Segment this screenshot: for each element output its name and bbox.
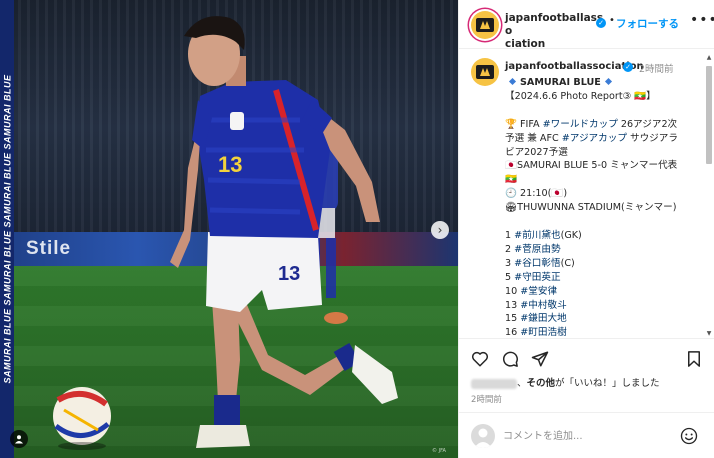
default-avatar-icon (474, 428, 492, 448)
post-side-panel: japanfootballasso ciation ✓ • フォローする •••… (458, 0, 714, 458)
heart-icon[interactable] (471, 350, 489, 368)
caption-text-span: 1 (505, 229, 515, 241)
blue-diamond-icon (604, 77, 612, 86)
caption-text-span: 2 (505, 243, 515, 255)
photo-credit: © JFA (432, 448, 446, 454)
hashtag-link[interactable]: #前川黛也 (514, 230, 560, 241)
scroll-down-arrow-icon[interactable]: ▼ (705, 330, 713, 338)
caption-line: 15 #鎌田大地 (505, 312, 701, 326)
jersey-number: 13 (218, 152, 242, 177)
header-separator: • (609, 15, 615, 26)
comment-input[interactable] (503, 426, 673, 446)
comment-icon[interactable] (501, 350, 519, 368)
caption-line: 🇲🇲 (505, 174, 517, 186)
account-avatar[interactable] (471, 11, 499, 39)
hashtag-link[interactable]: #鎌田大地 (520, 313, 566, 324)
caption-title: SAMURAI BLUE (520, 77, 601, 88)
caption-line: 2 #菅原由勢 (505, 243, 701, 257)
caption-text-span: サウジアラ (626, 132, 678, 144)
emoji-icon[interactable] (680, 427, 698, 445)
scrollbar-thumb[interactable] (706, 66, 712, 164)
chevron-right-icon: › (437, 223, 443, 237)
caption-line: 1 #前川黛也(GK) (505, 229, 701, 243)
caption-time[interactable]: 2時間前 (639, 61, 674, 75)
account-username-line1: japanfootballasso (505, 12, 604, 37)
caption-text-span: 5 (505, 271, 515, 283)
hashtag-link[interactable]: #町田浩樹 (520, 327, 566, 338)
post-time[interactable]: 2時間前 (471, 393, 502, 405)
caption-line: 13 #中村敬斗 (505, 299, 701, 313)
scroll-up-arrow-icon[interactable]: ▲ (705, 54, 713, 62)
blue-diamond-icon (508, 77, 517, 86)
caption-text-span: 15 (505, 313, 521, 325)
side-banner: SAMURAI BLUE SAMURAI BLUE SAMURAI BLUE S… (0, 0, 14, 458)
hashtag-link[interactable]: #中村敬斗 (520, 300, 566, 311)
caption-line: 🇯🇵SAMURAI BLUE 5-0 ミャンマー代表 (505, 160, 678, 172)
caption-line (505, 104, 701, 118)
account-username-line2: ciation (505, 38, 546, 50)
caption-text-span: 3 (505, 257, 515, 269)
current-user-avatar (471, 424, 495, 448)
verified-badge-icon: ✓ (623, 62, 633, 72)
jfa-logo-icon (476, 65, 494, 79)
caption-text-span: 26アジア2次 (617, 118, 678, 130)
user-icon (15, 435, 23, 444)
next-photo-button[interactable]: › (431, 221, 449, 239)
caption-text: SAMURAI BLUE 【2024.6.6 Photo Report③ 🇲🇲】… (505, 76, 701, 338)
follow-button[interactable]: フォローする (616, 16, 679, 31)
caption-line: 🏆 FIFA #ワールドカップ 26アジア2次 (505, 118, 701, 132)
caption-text-span: 予選 兼 AFC (505, 132, 562, 144)
bookmark-icon[interactable] (685, 350, 703, 368)
hashtag-link[interactable]: #菅原由勢 (514, 244, 560, 255)
caption-avatar[interactable] (471, 58, 499, 86)
caption-text-span: (GK) (560, 229, 582, 241)
caption-text-span: 13 (505, 299, 521, 311)
caption-line: 🕘 21:10(🇯🇵) (505, 188, 568, 200)
caption-line: 5 #守田英正 (505, 271, 701, 285)
liker-name-blurred[interactable] (471, 378, 517, 389)
caption-line: 3 #谷口彰悟(C) (505, 257, 701, 271)
caption-line: 10 #堂安律 (505, 285, 701, 299)
jfa-logo-icon (476, 18, 494, 32)
caption-line: 16 #町田浩樹 (505, 326, 701, 338)
verified-badge-icon: ✓ (596, 18, 606, 28)
tagged-users-button[interactable] (10, 430, 28, 448)
shorts-number: 13 (278, 263, 300, 285)
comment-bar (459, 412, 714, 458)
account-username[interactable]: japanfootballasso ciation (505, 12, 605, 51)
hashtag-link[interactable]: #守田英正 (514, 272, 560, 283)
likes-summary[interactable]: 、その他が「いいね！」しました (471, 375, 660, 389)
caption-line: 🏟THUWUNNA STADIUM(ミャンマー) (505, 202, 677, 214)
hashtag-link[interactable]: #アジアカップ (562, 133, 627, 144)
likes-suffix: が「いいね！」しました (555, 378, 660, 389)
hashtag-link[interactable]: #堂安律 (520, 286, 557, 297)
share-icon[interactable] (531, 350, 549, 368)
player-illustration: 13 13 (53, 16, 398, 450)
likes-others[interactable]: その他 (527, 378, 556, 389)
caption-text-span: 🏆 FIFA (505, 118, 543, 130)
hashtag-link[interactable]: #ワールドカップ (543, 119, 618, 130)
caption-text-span: (C) (560, 257, 575, 269)
more-options-icon[interactable]: ••• (690, 12, 714, 28)
caption-line (505, 215, 701, 229)
caption-line: SAMURAI BLUE (505, 76, 701, 90)
soccer-ball (53, 387, 111, 445)
caption-area[interactable]: japanfootballassociation ✓ 2時間前 SAMURAI … (459, 50, 714, 338)
caption-text-span: 16 (505, 327, 521, 338)
caption-line: ビア2027予選 (505, 146, 568, 158)
post-photo[interactable]: Stile 13 13 SAMURAI BLUE SAMURAI BLUE SA… (0, 0, 458, 458)
post-header: japanfootballasso ciation ✓ • フォローする ••• (459, 0, 714, 51)
caption-line: 予選 兼 AFC #アジアカップ サウジアラ (505, 132, 701, 146)
side-banner-text: SAMURAI BLUE SAMURAI BLUE SAMURAI BLUE S… (2, 74, 12, 384)
main-player: 13 13 (170, 16, 398, 448)
hashtag-link[interactable]: #谷口彰悟 (514, 258, 560, 269)
caption-text-span: 10 (505, 285, 521, 297)
caption-scrollbar[interactable]: ▲ ▼ (705, 54, 713, 338)
likes-separator: 、 (517, 378, 527, 389)
action-bar: 、その他が「いいね！」しました 2時間前 (459, 338, 714, 412)
caption-line: 【2024.6.6 Photo Report③ 🇲🇲】 (505, 90, 656, 102)
